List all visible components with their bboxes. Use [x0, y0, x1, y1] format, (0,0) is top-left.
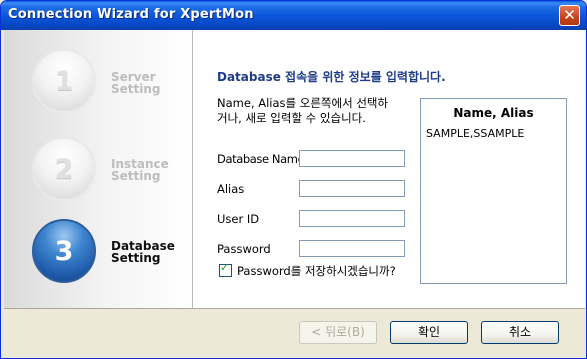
step-1-label: Server Setting: [111, 71, 161, 95]
step-2-label-line2: Setting: [111, 169, 161, 183]
wizard-window: Connection Wizard for XpertMon ✕ 1 Serve…: [0, 0, 587, 359]
user-id-label: User ID: [217, 212, 260, 226]
cancel-button[interactable]: 취소: [481, 321, 559, 344]
instruction-line-2: 거나, 새로 입력할 수 있습니다.: [217, 111, 366, 125]
back-button[interactable]: < 뒤로(B): [299, 321, 377, 344]
step-1-number-icon: 1: [32, 49, 96, 113]
name-alias-list[interactable]: Name, Alias SAMPLE,SSAMPLE: [420, 98, 567, 284]
password-input[interactable]: [299, 240, 405, 257]
step-3-label-line2: Setting: [111, 251, 161, 265]
step-2-number-icon: 2: [32, 137, 96, 201]
user-id-input[interactable]: [299, 210, 405, 227]
step-1-label-line2: Setting: [111, 82, 161, 96]
step-instance-setting: 2 Instance Setting: [4, 134, 192, 204]
alias-input[interactable]: [299, 180, 405, 197]
close-button[interactable]: ✕: [559, 5, 580, 26]
step-3-label: Database Setting: [111, 240, 175, 264]
footer-divider: [4, 308, 585, 309]
title-bar[interactable]: Connection Wizard for XpertMon ✕: [1, 1, 586, 30]
list-header: Name, Alias: [453, 106, 534, 120]
main-panel: Database 접속을 위한 정보를 입력합니다. Name, Alias를 …: [193, 30, 585, 308]
page-heading: Database 접속을 위한 정보를 입력합니다.: [217, 70, 446, 84]
steps-sidebar: 1 Server Setting 2 Instance Setting 3 Da…: [4, 30, 192, 308]
save-password-label: Password를 저장하시겠습니까?: [237, 264, 396, 278]
step-server-setting: 1 Server Setting: [4, 46, 192, 116]
instruction-text: Name, Alias를 오른쪽에서 선택하 거나, 새로 입력할 수 있습니다…: [217, 96, 412, 126]
ok-button[interactable]: 확인: [390, 321, 468, 344]
instruction-line-1: Name, Alias를 오른쪽에서 선택하: [217, 96, 389, 110]
list-item[interactable]: SAMPLE,SSAMPLE: [426, 127, 524, 140]
step-3-number-icon: 3: [32, 219, 96, 283]
checkmark-icon: ✓: [220, 261, 230, 274]
alias-label: Alias: [217, 182, 245, 196]
save-password-checkbox[interactable]: ✓: [219, 261, 232, 277]
step-2-label: Instance Setting: [111, 158, 169, 182]
window-title: Connection Wizard for XpertMon: [8, 7, 254, 22]
step-database-setting: 3 Database Setting: [4, 216, 192, 286]
password-label: Password: [217, 242, 271, 256]
save-password-option[interactable]: ✓ Password를 저장하시겠습니까?: [219, 261, 396, 279]
database-name-input[interactable]: [299, 150, 405, 167]
database-name-label: Database Name: [217, 152, 305, 166]
close-icon: ✕: [563, 6, 576, 24]
